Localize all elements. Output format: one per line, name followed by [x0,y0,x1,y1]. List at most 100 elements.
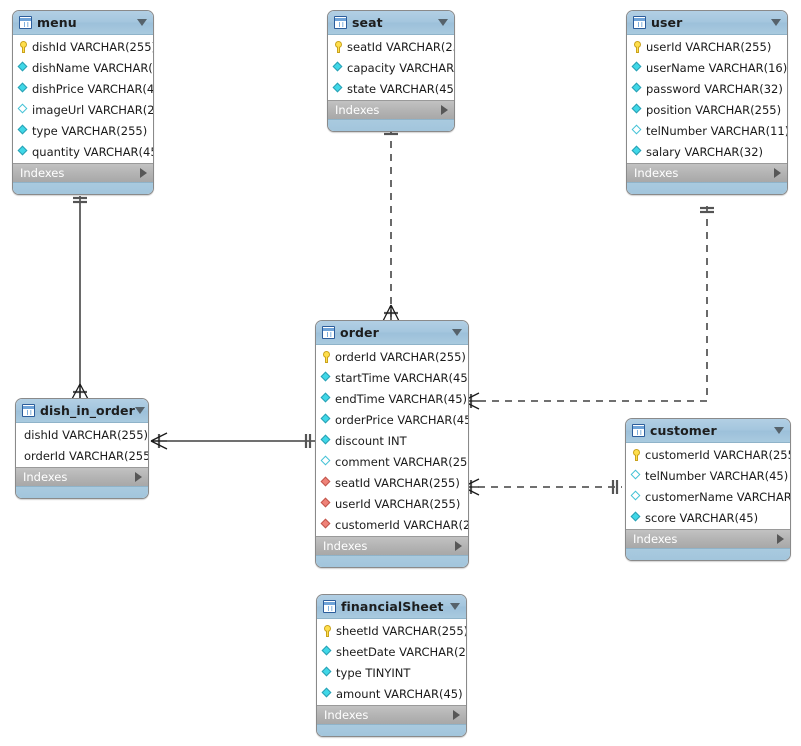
expand-arrow-icon[interactable] [777,534,784,544]
expand-arrow-icon[interactable] [453,710,460,720]
column-label: seatId VARCHAR(255) [335,475,460,490]
indexes-label: Indexes [633,532,678,546]
indexes-section-financialSheet[interactable]: Indexes [317,705,466,724]
table-user[interactable]: user userId VARCHAR(255) userName VARCHA… [626,10,788,195]
table-header-seat[interactable]: seat [328,11,454,35]
table-row[interactable]: capacity VARCHAR(45) [328,57,454,78]
table-row[interactable]: dishId VARCHAR(255) [13,36,153,57]
column-label: capacity VARCHAR(45) [347,60,455,75]
expand-arrow-icon[interactable] [455,541,462,551]
table-menu[interactable]: menu dishId VARCHAR(255) dishName VARCHA… [12,10,154,195]
column-diamond-icon [321,393,332,404]
table-header-user[interactable]: user [627,11,787,35]
indexes-section-customer[interactable]: Indexes [626,529,790,548]
expand-arrow-icon[interactable] [140,168,147,178]
table-row[interactable]: orderId VARCHAR(255) [16,445,148,466]
column-label: customerId VARCHAR(255) [645,447,791,462]
table-header-dish_in_order[interactable]: dish_in_order [16,399,148,423]
indexes-section-dish_in_order[interactable]: Indexes [16,467,148,486]
column-label: state VARCHAR(45) [347,81,455,96]
table-seat[interactable]: seat seatId VARCHAR(255) capacity VARCHA… [327,10,455,132]
chevron-down-icon[interactable] [137,19,147,26]
expand-arrow-icon[interactable] [774,168,781,178]
table-row[interactable]: orderId VARCHAR(255) [316,346,468,367]
column-list: dishId VARCHAR(255) dishName VARCHAR(45)… [13,35,153,163]
table-title: order [340,325,379,340]
table-row[interactable]: userId VARCHAR(255) [316,493,468,514]
table-row[interactable]: type VARCHAR(255) [13,120,153,141]
indexes-label: Indexes [335,103,380,117]
table-row[interactable]: position VARCHAR(255) [627,99,787,120]
table-row[interactable]: telNumber VARCHAR(45) [626,465,790,486]
chevron-down-icon[interactable] [450,603,460,610]
table-icon [322,326,335,339]
table-row[interactable]: seatId VARCHAR(255) [316,472,468,493]
chevron-down-icon[interactable] [452,329,462,336]
expand-arrow-icon[interactable] [441,105,448,115]
table-row[interactable]: telNumber VARCHAR(11) [627,120,787,141]
table-row[interactable]: score VARCHAR(45) [626,507,790,528]
table-footer [316,555,468,567]
column-label: orderId VARCHAR(255) [24,448,149,463]
column-diamond-icon [18,125,29,136]
table-row[interactable]: dishName VARCHAR(45) [13,57,153,78]
indexes-section-user[interactable]: Indexes [627,163,787,182]
table-row[interactable]: customerId VARCHAR(255) [626,444,790,465]
indexes-label: Indexes [20,166,65,180]
column-diamond-icon [631,512,642,523]
table-footer [317,724,466,736]
table-row[interactable]: amount VARCHAR(45) [317,683,466,704]
table-row[interactable]: endTime VARCHAR(45) [316,388,468,409]
table-dish_in_order[interactable]: dish_in_order dishId VARCHAR(255) orderI… [15,398,149,499]
table-row[interactable]: quantity VARCHAR(45) [13,141,153,162]
table-header-menu[interactable]: menu [13,11,153,35]
column-label: startTime VARCHAR(45) [335,370,469,385]
table-row[interactable]: seatId VARCHAR(255) [328,36,454,57]
foreign-key-diamond-icon [321,498,332,509]
table-row[interactable]: discount INT [316,430,468,451]
table-row[interactable]: dishPrice VARCHAR(45) [13,78,153,99]
column-label: amount VARCHAR(45) [336,686,463,701]
column-diamond-icon [322,688,333,699]
primary-key-icon [18,40,29,53]
column-label: dishName VARCHAR(45) [32,60,153,75]
primary-key-icon [632,40,643,53]
table-header-customer[interactable]: customer [626,419,790,443]
indexes-section-order[interactable]: Indexes [316,536,468,555]
table-header-financialSheet[interactable]: financialSheet [317,595,466,619]
chevron-down-icon[interactable] [771,19,781,26]
table-row[interactable]: sheetId VARCHAR(255) [317,620,466,641]
table-row[interactable]: salary VARCHAR(32) [627,141,787,162]
table-row[interactable]: type TINYINT [317,662,466,683]
column-label: customerId VARCHAR(255) [335,517,469,532]
chevron-down-icon[interactable] [134,407,145,414]
table-row[interactable]: dishId VARCHAR(255) [16,424,148,445]
chevron-down-icon[interactable] [774,427,784,434]
column-diamond-icon [632,104,643,115]
chevron-down-icon[interactable] [438,19,448,26]
table-row[interactable]: userId VARCHAR(255) [627,36,787,57]
column-label: dishId VARCHAR(255) [32,39,154,54]
column-label: endTime VARCHAR(45) [335,391,468,406]
eer-diagram-canvas[interactable]: menu dishId VARCHAR(255) dishName VARCHA… [0,0,801,746]
table-order[interactable]: order orderId VARCHAR(255) startTime VAR… [315,320,469,568]
table-row[interactable]: orderPrice VARCHAR(45) [316,409,468,430]
table-row[interactable]: startTime VARCHAR(45) [316,367,468,388]
table-financialSheet[interactable]: financialSheet sheetId VARCHAR(255) shee… [316,594,467,737]
table-row[interactable]: customerName VARCHAR(45) [626,486,790,507]
primary-key-icon [322,624,333,637]
table-row[interactable]: imageUrl VARCHAR(255) [13,99,153,120]
indexes-section-seat[interactable]: Indexes [328,100,454,119]
table-row[interactable]: state VARCHAR(45) [328,78,454,99]
table-row[interactable]: userName VARCHAR(16) [627,57,787,78]
table-customer[interactable]: customer customerId VARCHAR(255) telNumb… [625,418,791,561]
indexes-label: Indexes [634,166,679,180]
table-row[interactable]: password VARCHAR(32) [627,78,787,99]
expand-arrow-icon[interactable] [135,472,142,482]
column-label: sheetDate VARCHAR(255) [336,644,466,659]
table-row[interactable]: sheetDate VARCHAR(255) [317,641,466,662]
table-row[interactable]: comment VARCHAR(255) [316,451,468,472]
indexes-section-menu[interactable]: Indexes [13,163,153,182]
table-header-order[interactable]: order [316,321,468,345]
table-row[interactable]: customerId VARCHAR(255) [316,514,468,535]
